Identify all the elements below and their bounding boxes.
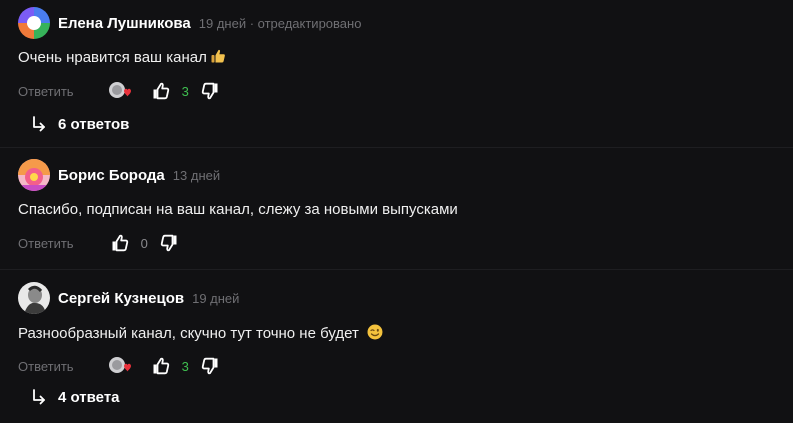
reply-arrow-icon: [32, 116, 46, 132]
like-count: 3: [181, 358, 189, 374]
comment-text-content: Спасибо, подписан на ваш канал, слежу за…: [18, 201, 458, 218]
thumbs-up-emoji: [207, 49, 226, 66]
comment: Елена Лушникова 19 дней · отредактирован…: [18, 7, 778, 137]
reply-button[interactable]: Ответить: [18, 359, 74, 374]
comment: Сергей Кузнецов 19 дней Разнообразный ка…: [18, 282, 778, 417]
comment-text-content: Очень нравится ваш канал: [18, 49, 207, 66]
comment-text-content: Разнообразный канал, скучно тут точно не…: [18, 325, 359, 342]
divider: [0, 147, 793, 148]
author-name[interactable]: Сергей Кузнецов: [58, 290, 184, 307]
author-heart-icon: [108, 81, 132, 101]
avatar[interactable]: [18, 7, 50, 39]
comment-meta: 13 дней: [172, 167, 221, 183]
avatar[interactable]: [18, 282, 50, 314]
show-replies-button[interactable]: 6 ответов: [32, 113, 129, 135]
like-count: 3: [181, 83, 189, 99]
winking-face-emoji: [367, 324, 383, 342]
thumbs-down-icon[interactable]: [201, 357, 219, 375]
show-replies-button[interactable]: 4 ответа: [32, 386, 120, 408]
reply-button[interactable]: Ответить: [18, 236, 74, 251]
author-name[interactable]: Борис Борода: [58, 167, 165, 184]
comment-actions: Ответить 3: [18, 355, 219, 377]
author-name[interactable]: Елена Лушникова: [58, 15, 191, 32]
comment-text: Разнообразный канал, скучно тут точно не…: [18, 324, 383, 342]
comment-header: Елена Лушникова 19 дней · отредактирован…: [18, 7, 361, 39]
comment-text: Очень нравится ваш канал: [18, 49, 226, 66]
comment-actions: Ответить 0: [18, 232, 178, 254]
comment-text: Спасибо, подписан на ваш канал, слежу за…: [18, 201, 458, 218]
reply-arrow-icon: [32, 389, 46, 405]
replies-count[interactable]: 4 ответа: [58, 389, 120, 406]
comment-header: Сергей Кузнецов 19 дней: [18, 282, 239, 314]
thumbs-up-icon[interactable]: [111, 234, 129, 252]
comment-actions: Ответить 3: [18, 80, 219, 102]
comment: Борис Борода 13 дней Спасибо, подписан н…: [18, 159, 778, 254]
comment-meta: 19 дней: [192, 290, 240, 306]
thumbs-up-icon[interactable]: [152, 357, 170, 375]
comment-meta: 19 дней · отредактировано: [198, 15, 362, 31]
like-count: 0: [140, 235, 148, 251]
replies-count[interactable]: 6 ответов: [58, 116, 129, 133]
thumbs-up-icon[interactable]: [152, 82, 170, 100]
reply-button[interactable]: Ответить: [18, 84, 74, 99]
avatar[interactable]: [18, 159, 50, 191]
divider: [0, 269, 793, 270]
thumbs-down-icon[interactable]: [201, 82, 219, 100]
author-heart-icon: [108, 356, 132, 376]
comment-header: Борис Борода 13 дней: [18, 159, 220, 191]
thumbs-down-icon[interactable]: [160, 234, 178, 252]
